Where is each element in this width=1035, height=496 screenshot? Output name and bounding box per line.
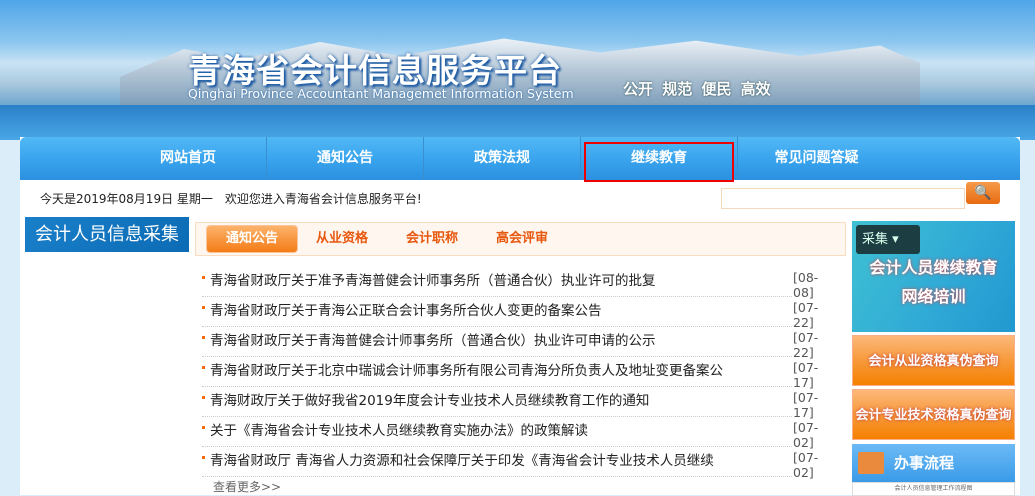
news-date: [07-22] (793, 330, 819, 360)
training-line2: 网络培训 (901, 287, 966, 306)
process-label: 办事流程 (894, 454, 955, 472)
tab-qualification[interactable]: 从业资格 (297, 226, 387, 252)
main-nav: 网站首页 通知公告 政策法规 继续教育 常见问题答疑 (20, 137, 1020, 182)
bullet-icon (202, 366, 205, 369)
nav-faq[interactable]: 常见问题答疑 (738, 137, 895, 180)
search-icon: 🔍 (974, 185, 992, 201)
news-title[interactable]: 青海财政厅关于做好我省2019年度会计专业技术人员继续教育工作的通知 (210, 389, 649, 409)
bullet-icon (202, 396, 205, 399)
training-banner[interactable]: 采集 ▾ 会计人员继续教育 网络培训 (852, 221, 1015, 332)
process-caption: 会计人员信息管理工作流程图 (852, 482, 1015, 496)
date-welcome-text: 今天是2019年08月19日 星期一 欢迎您进入青海省会计信息服务平台! (40, 192, 422, 206)
news-date: [07-22] (793, 300, 819, 330)
nav-home[interactable]: 网站首页 (110, 137, 267, 180)
news-title[interactable]: 青海省财政厅关于北京中瑞诚会计师事务所有限公司青海分所负责人及地址变更备案公 (210, 359, 723, 379)
news-title[interactable]: 青海省财政厅关于青海普健会计师事务所（普通合伙）执业许可申请的公示 (210, 329, 656, 349)
tech-qualification-verify-button[interactable]: 会计专业技术资格真伪查询 (852, 389, 1015, 440)
news-title[interactable]: 青海省财政厅关于青海公正联合会计事务所合伙人变更的备案公告 (210, 299, 602, 319)
news-item[interactable]: 青海省财政厅关于青海普健会计师事务所（普通合伙）执业许可申请的公示 [07-22] (202, 327, 818, 360)
news-item[interactable]: 青海财政厅关于做好我省2019年度会计专业技术人员继续教育工作的通知 [07-17… (202, 387, 818, 420)
news-date: [07-02] (793, 450, 819, 480)
tab-title[interactable]: 会计职称 (387, 226, 477, 252)
right-sidebar: 采集 ▾ 会计人员继续教育 网络培训 会计从业资格真伪查询 会计专业技术资格真伪… (852, 221, 1015, 496)
nav-notices[interactable]: 通知公告 (267, 137, 424, 180)
news-date: [07-02] (793, 420, 819, 450)
bullet-icon (202, 276, 205, 279)
site-slogan: 公开 规范 便民 高效 (623, 80, 771, 98)
training-line1: 会计人员继续教育 (869, 258, 998, 277)
main-container: 网站首页 通知公告 政策法规 继续教育 常见问题答疑 今天是2019年08月19… (20, 137, 1020, 496)
staff-info-collection-link[interactable]: 会计人员信息采集 (25, 217, 189, 252)
bullet-icon (202, 426, 205, 429)
news-item[interactable]: 关于《青海省会计专业技术人员继续教育实施办法》的政策解读 [07-02] (202, 417, 818, 450)
news-date: [07-17] (793, 390, 819, 420)
tab-notices[interactable]: 通知公告 (207, 226, 298, 252)
site-title: 青海省会计信息服务平台 (188, 51, 562, 90)
news-date: [07-17] (793, 360, 819, 390)
bullet-icon (202, 336, 205, 339)
news-item[interactable]: 青海省财政厅关于青海公正联合会计事务所合伙人变更的备案公告 [07-22] (202, 297, 818, 330)
news-item[interactable]: 青海省财政厅关于北京中瑞诚会计师事务所有限公司青海分所负责人及地址变更备案公 [0… (202, 357, 818, 390)
news-list: 青海省财政厅关于准予青海普健会计师事务所（普通合伙）执业许可的批复 [08-08]… (202, 267, 842, 480)
book-icon (858, 452, 884, 474)
news-item[interactable]: 青海省财政厅关于准予青海普健会计师事务所（普通合伙）执业许可的批复 [08-08] (202, 267, 818, 300)
tab-senior-review[interactable]: 高会评审 (477, 226, 567, 252)
bullet-icon (202, 306, 205, 309)
qualification-verify-button[interactable]: 会计从业资格真伪查询 (852, 335, 1015, 386)
search-input[interactable] (721, 188, 965, 209)
collect-dropdown[interactable]: 采集 ▾ (856, 225, 920, 254)
news-item[interactable]: 青海省财政厅 青海省人力资源和社会保障厅关于印发《青海省会计专业技术人员继续 [0… (202, 447, 818, 480)
news-tabs: 通知公告 从业资格 会计职称 高会评审 (195, 222, 846, 256)
caret-down-icon: ▾ (892, 232, 899, 247)
news-title[interactable]: 关于《青海省会计专业技术人员继续教育实施办法》的政策解读 (210, 419, 588, 439)
more-link[interactable]: 查看更多>> (213, 478, 281, 495)
bullet-icon (202, 456, 205, 459)
header-banner: 青海省会计信息服务平台 Qinghai Province Accountant … (0, 0, 1035, 140)
news-title[interactable]: 青海省财政厅关于准予青海普健会计师事务所（普通合伙）执业许可的批复 (210, 269, 656, 289)
collect-label: 采集 (862, 232, 889, 247)
lake-image (0, 105, 1035, 140)
nav-policies[interactable]: 政策法规 (424, 137, 581, 180)
news-title[interactable]: 青海省财政厅 青海省人力资源和社会保障厅关于印发《青海省会计专业技术人员继续 (210, 449, 714, 469)
process-header[interactable]: 办事流程 (852, 444, 1015, 482)
site-subtitle: Qinghai Province Accountant Managemet In… (188, 86, 574, 101)
nav-continuing-education[interactable]: 继续教育 (581, 137, 738, 182)
search-button[interactable]: 🔍 (966, 182, 1000, 204)
news-date: [08-08] (793, 270, 819, 300)
